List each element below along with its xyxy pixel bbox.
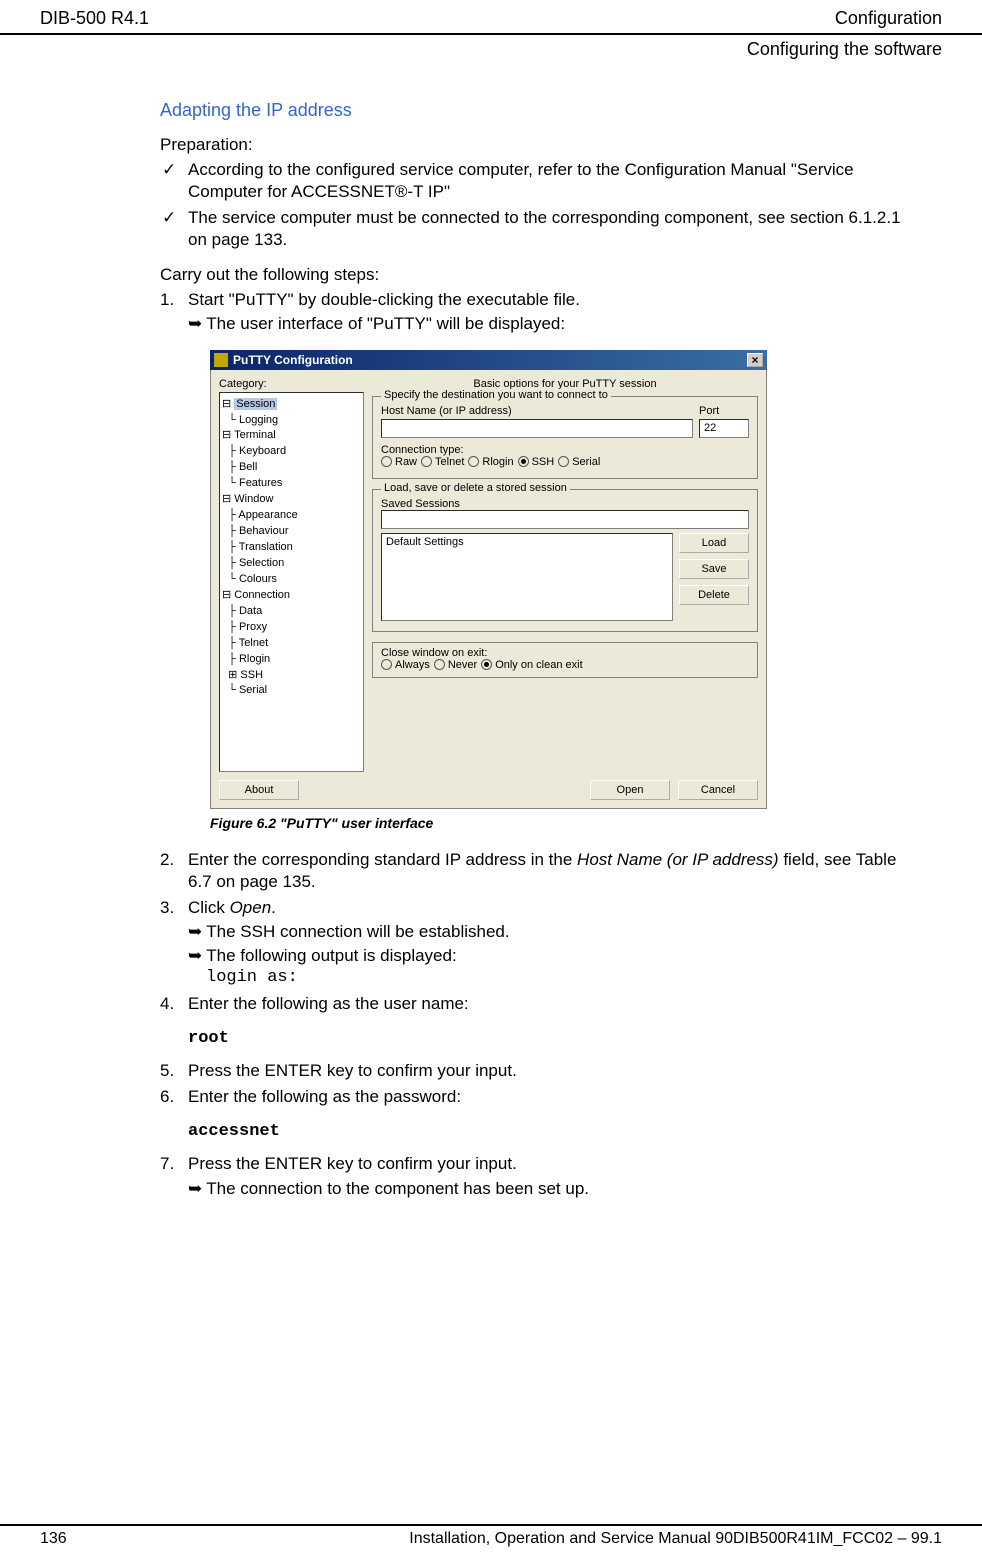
tree-appearance[interactable]: Appearance: [238, 509, 297, 521]
step-4: Enter the following as the user name:: [160, 993, 902, 1015]
save-button[interactable]: Save: [679, 559, 749, 579]
radio-always[interactable]: Always: [381, 659, 430, 671]
step-3: Click Open. The SSH connection will be e…: [160, 897, 902, 989]
page-number: 136: [40, 1530, 67, 1548]
category-panel: Category: ⊟ Session └ Logging ⊟ Terminal…: [219, 378, 364, 772]
close-icon[interactable]: ×: [747, 353, 763, 367]
figure-caption: Figure 6.2 "PuTTY" user interface: [210, 815, 902, 831]
tree-telnet[interactable]: Telnet: [239, 637, 268, 649]
tree-connection[interactable]: Connection: [234, 589, 290, 601]
steps-list-cont3: Press the ENTER key to confirm your inpu…: [160, 1153, 902, 1199]
page-subheader: Configuring the software: [0, 33, 982, 60]
code-output: login as:: [206, 967, 902, 989]
group-legend: Load, save or delete a stored session: [381, 482, 570, 494]
step-5: Press the ENTER key to confirm your inpu…: [160, 1060, 902, 1082]
check-item: According to the configured service comp…: [160, 159, 902, 203]
destination-group: Specify the destination you want to conn…: [372, 396, 758, 479]
putty-titlebar: PuTTY Configuration ×: [210, 350, 767, 370]
tree-translation[interactable]: Translation: [239, 541, 293, 553]
group-legend: Specify the destination you want to conn…: [381, 389, 611, 401]
radio-ssh[interactable]: SSH: [518, 456, 555, 468]
load-button[interactable]: Load: [679, 533, 749, 553]
tree-selection[interactable]: Selection: [239, 557, 284, 569]
radio-clean[interactable]: Only on clean exit: [481, 659, 582, 671]
saved-label: Saved Sessions: [381, 498, 749, 510]
tree-bell[interactable]: Bell: [239, 461, 257, 473]
port-label: Port: [699, 405, 749, 417]
host-input[interactable]: [381, 419, 693, 438]
step-7: Press the ENTER key to confirm your inpu…: [160, 1153, 902, 1199]
radio-never[interactable]: Never: [434, 659, 477, 671]
code-input: accessnet: [188, 1122, 902, 1141]
port-input[interactable]: 22: [699, 419, 749, 438]
session-item[interactable]: Default Settings: [386, 536, 668, 548]
step-1: Start "PuTTY" by double-clicking the exe…: [160, 289, 902, 335]
step-6: Enter the following as the password:: [160, 1086, 902, 1108]
footer-text: Installation, Operation and Service Manu…: [409, 1530, 942, 1548]
tree-rlogin[interactable]: Rlogin: [239, 653, 270, 665]
tree-logging[interactable]: Logging: [239, 414, 278, 426]
tree-data[interactable]: Data: [239, 605, 262, 617]
tree-proxy[interactable]: Proxy: [239, 621, 267, 633]
about-button[interactable]: About: [219, 780, 299, 800]
conn-type-radios: Raw Telnet Rlogin SSH Serial: [381, 456, 749, 468]
sessions-group: Load, save or delete a stored session Sa…: [372, 489, 758, 632]
tree-ssh[interactable]: SSH: [240, 669, 263, 681]
sessions-list[interactable]: Default Settings: [381, 533, 673, 621]
open-button[interactable]: Open: [590, 780, 670, 800]
steps-list-cont: Enter the corresponding standard IP addr…: [160, 849, 902, 1016]
radio-rlogin[interactable]: Rlogin: [468, 456, 513, 468]
page-footer: 136 Installation, Operation and Service …: [0, 1524, 982, 1548]
content-area: Adapting the IP address Preparation: Acc…: [0, 60, 982, 1200]
window-title: PuTTY Configuration: [233, 353, 353, 367]
tree-features[interactable]: Features: [239, 477, 282, 489]
conn-type-label: Connection type:: [381, 444, 749, 456]
header-left: DIB-500 R4.1: [40, 8, 149, 29]
steps-list-cont2: Press the ENTER key to confirm your inpu…: [160, 1060, 902, 1108]
step-result: The user interface of "PuTTY" will be di…: [188, 313, 902, 335]
dialog-buttons: About Open Cancel: [219, 780, 758, 800]
code-input: root: [188, 1029, 902, 1048]
session-name-input[interactable]: [381, 510, 749, 529]
step-text: Start "PuTTY" by double-clicking the exe…: [188, 290, 580, 309]
step-result: The following output is displayed:: [188, 945, 902, 967]
category-tree[interactable]: ⊟ Session └ Logging ⊟ Terminal ├ Keyboar…: [219, 392, 364, 772]
putty-settings-panel: Basic options for your PuTTY session Spe…: [372, 378, 758, 772]
preparation-list: According to the configured service comp…: [160, 159, 902, 251]
close-group: Close window on exit: Always Never Only …: [372, 642, 758, 678]
step-result: The SSH connection will be established.: [188, 921, 902, 943]
step-result: The connection to the component has been…: [188, 1178, 902, 1200]
carry-label: Carry out the following steps:: [160, 265, 902, 285]
delete-button[interactable]: Delete: [679, 585, 749, 605]
page-header: DIB-500 R4.1 Configuration: [0, 0, 982, 33]
tree-window[interactable]: Window: [234, 493, 273, 505]
radio-serial[interactable]: Serial: [558, 456, 600, 468]
category-label: Category:: [219, 378, 364, 390]
check-item: The service computer must be connected t…: [160, 207, 902, 251]
putty-body: Category: ⊟ Session └ Logging ⊟ Terminal…: [210, 370, 767, 809]
tree-keyboard[interactable]: Keyboard: [239, 445, 286, 457]
step-2: Enter the corresponding standard IP addr…: [160, 849, 902, 893]
header-right: Configuration: [835, 8, 942, 29]
radio-telnet[interactable]: Telnet: [421, 456, 464, 468]
radio-raw[interactable]: Raw: [381, 456, 417, 468]
tree-colours[interactable]: Colours: [239, 573, 277, 585]
host-label: Host Name (or IP address): [381, 405, 693, 417]
close-label: Close window on exit:: [381, 647, 749, 659]
prep-label: Preparation:: [160, 135, 902, 155]
tree-serial[interactable]: Serial: [239, 684, 267, 696]
putty-icon: [214, 353, 228, 367]
putty-screenshot: PuTTY Configuration × Category: ⊟ Sessio…: [210, 350, 767, 809]
cancel-button[interactable]: Cancel: [678, 780, 758, 800]
tree-terminal[interactable]: Terminal: [234, 429, 276, 441]
tree-behaviour[interactable]: Behaviour: [239, 525, 289, 537]
steps-list: Start "PuTTY" by double-clicking the exe…: [160, 289, 902, 335]
section-title: Adapting the IP address: [160, 100, 902, 121]
tree-session[interactable]: Session: [234, 398, 277, 410]
